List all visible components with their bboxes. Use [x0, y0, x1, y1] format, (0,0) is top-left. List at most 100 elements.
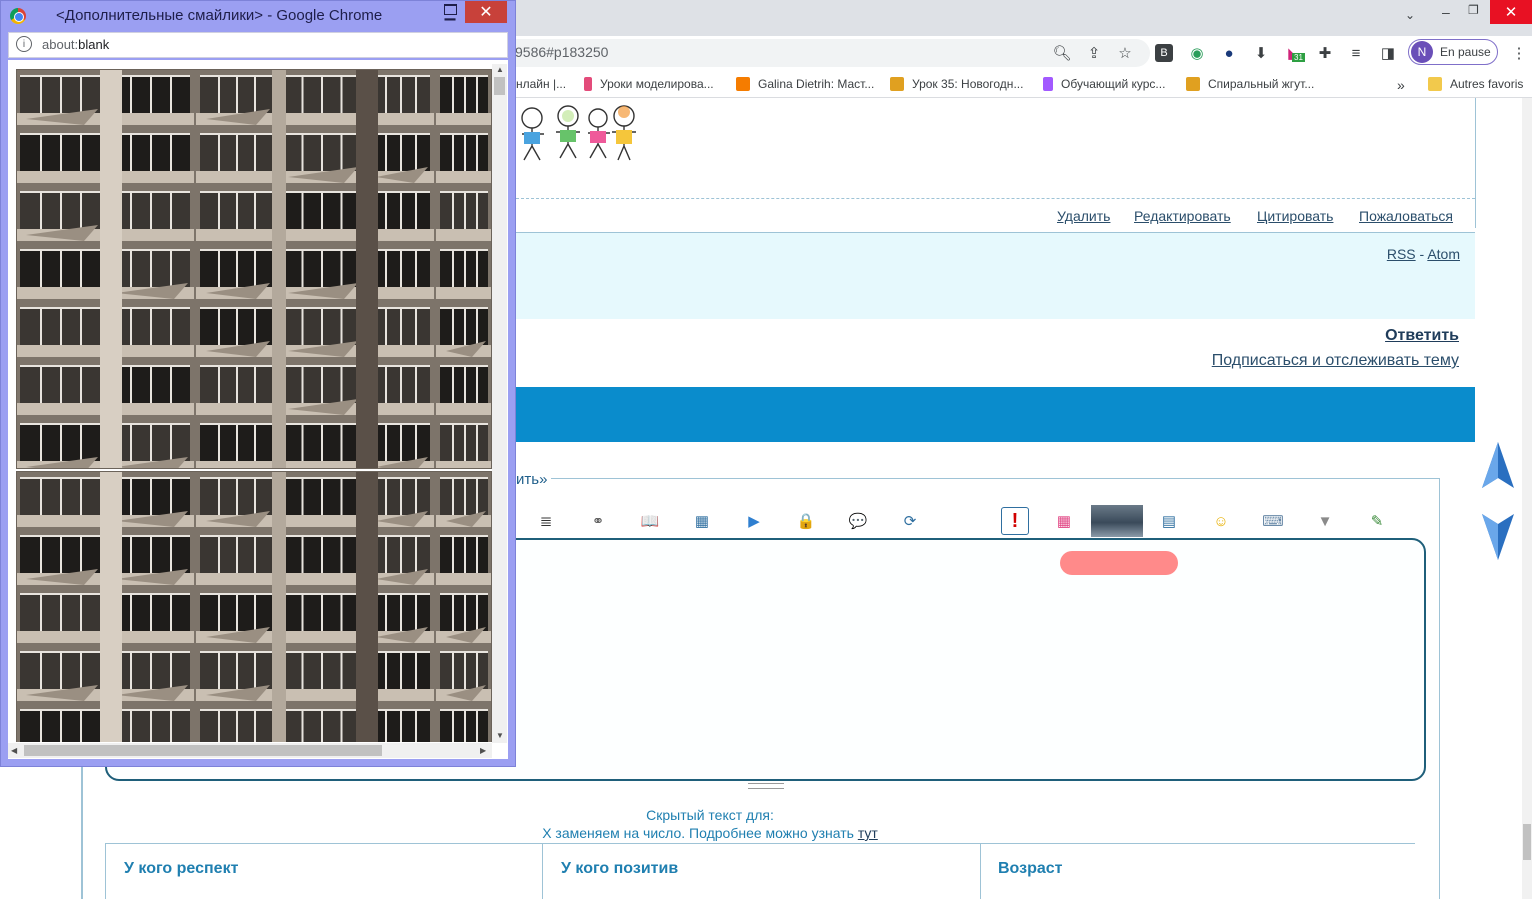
blogger-icon — [736, 77, 750, 91]
minimize-window-icon[interactable]: – — [1442, 4, 1450, 20]
link-icon[interactable]: ⚭ — [587, 510, 609, 532]
bookmarks-overflow-button[interactable]: » — [1397, 77, 1405, 93]
scroll-to-top-arrow-icon[interactable] — [1481, 440, 1515, 492]
extension-globe-icon[interactable]: ◉ — [1186, 42, 1208, 64]
reply-link[interactable]: Ответить — [1385, 327, 1459, 345]
profile-button[interactable]: N En pause — [1408, 39, 1498, 65]
redacted-marker — [1060, 551, 1178, 575]
ruined-building-image-1[interactable] — [16, 69, 492, 469]
popup-vertical-scrollbar[interactable] — [492, 64, 507, 743]
side-panel-icon[interactable]: ◨ — [1377, 42, 1399, 64]
bookmark-item-5[interactable]: Обучающий курс... — [1043, 77, 1165, 91]
bookmark-favicon — [890, 77, 904, 91]
alert-icon[interactable]: ! — [1001, 507, 1029, 535]
address-url-text: 9586#p183250 — [515, 44, 609, 60]
figma-icon — [1043, 77, 1053, 91]
signature-kids-image — [521, 105, 636, 161]
bookmark-star-icon[interactable]: ☆ — [1114, 42, 1136, 64]
other-bookmarks-label: Autres favoris — [1450, 77, 1524, 91]
bookmark-label: Galina Dietrih: Маст... — [758, 77, 875, 91]
bookmark-item-2[interactable]: Уроки моделирова... — [584, 77, 714, 91]
other-bookmarks-folder[interactable]: Autres favoris — [1428, 77, 1523, 91]
scroll-down-arrow-icon[interactable]: ▼ — [496, 731, 504, 740]
image-thumb-icon[interactable] — [1091, 505, 1143, 537]
quick-reply-header — [516, 387, 1475, 442]
bookmark-item-4[interactable]: Урок 35: Новогодн... — [890, 77, 1023, 91]
scroll-right-arrow-icon[interactable]: ▶ — [480, 746, 486, 755]
profile-status-label: En pause — [1440, 45, 1491, 59]
edit-note-icon[interactable]: ✎ — [1366, 510, 1388, 532]
media-control-icon[interactable]: ≡ — [1345, 42, 1367, 64]
keyboard-icon[interactable]: ⌨ — [1262, 510, 1284, 532]
speech-icon[interactable]: 💬 — [847, 510, 869, 532]
align-right-icon[interactable]: ≣ — [535, 510, 557, 532]
popup-maximize-icon[interactable] — [444, 4, 457, 15]
positive-label: У кого позитив — [561, 860, 679, 877]
bookmark-label: Уроки моделирова... — [600, 77, 714, 91]
quote-post-link[interactable]: Цитировать — [1257, 208, 1333, 224]
bookmark-label: Обучающий курс... — [1061, 77, 1166, 91]
popup-url-path: blank — [78, 37, 110, 52]
feed-links: RSS - Atom — [1387, 246, 1460, 262]
extension-circle-icon[interactable]: ● — [1218, 42, 1240, 64]
scroll-left-arrow-icon[interactable]: ◀ — [11, 746, 17, 755]
restore-window-icon[interactable]: ❐ — [1468, 3, 1479, 17]
subscribe-link[interactable]: Подписаться и отслеживать тему — [1212, 352, 1459, 370]
bookmark-favicon — [584, 77, 592, 91]
popup-title: <Дополнительные смайлики> - Google Chrom… — [56, 7, 383, 24]
info-icon[interactable]: i — [16, 36, 32, 52]
translate-icon[interactable]: ⟳ — [899, 510, 921, 532]
profile-avatar: N — [1411, 41, 1433, 63]
bookmark-item-6[interactable]: Спиральный жгут... — [1186, 77, 1314, 91]
bookmark-item-3[interactable]: Galina Dietrih: Маст... — [736, 77, 874, 91]
atom-link[interactable]: Atom — [1427, 246, 1460, 262]
rss-link[interactable]: RSS — [1387, 246, 1416, 262]
age-label: Возраст — [998, 860, 1063, 877]
share-icon[interactable]: ⇪ — [1083, 42, 1105, 64]
delete-post-link[interactable]: Удалить — [1057, 208, 1110, 224]
zoom-icon[interactable]: 🔍︎ — [1051, 42, 1073, 64]
color-palette-icon[interactable]: ▦ — [1053, 510, 1075, 532]
hidden-text-hint: Х заменяем на число. Подробнее можно узн… — [542, 825, 854, 841]
hidden-text-title: Скрытый текст для: — [646, 807, 774, 823]
feed-separator: - — [1419, 246, 1425, 262]
folder-icon — [1428, 77, 1442, 91]
tab-search-icon[interactable]: ⌄ — [1405, 8, 1415, 22]
popup-close-icon[interactable]: ✕ — [465, 1, 507, 23]
download-icon[interactable]: ⬇ — [1250, 42, 1272, 64]
report-post-link[interactable]: Пожаловаться — [1359, 208, 1453, 224]
book-icon[interactable]: 📖 — [639, 510, 661, 532]
popup-url: about:blank — [42, 37, 109, 52]
table-icon[interactable]: ▤ — [1158, 510, 1180, 532]
scroll-up-arrow-icon[interactable]: ▲ — [496, 65, 504, 74]
scroll-to-bottom-arrow-icon[interactable] — [1481, 510, 1515, 562]
bookmark-label: Спиральный жгут... — [1208, 77, 1315, 91]
bookmark-item-1[interactable]: нлайн |... — [516, 77, 566, 91]
chrome-logo-icon — [10, 8, 26, 24]
hidden-text-more-link[interactable]: тут — [858, 825, 878, 841]
lock-icon[interactable]: 🔒 — [795, 510, 817, 532]
more-dropdown-icon[interactable]: ▼ — [1314, 510, 1336, 532]
video-icon[interactable]: ▶ — [743, 510, 765, 532]
reply-form-legend: ить» — [516, 471, 552, 488]
textarea-resize-grip[interactable] — [748, 783, 784, 789]
extension-badge: 31 — [1292, 53, 1305, 62]
extensions-puzzle-icon[interactable]: ✚ — [1314, 42, 1336, 64]
popup-url-scheme: about: — [42, 37, 79, 52]
ruined-building-image-2[interactable] — [16, 471, 492, 742]
hidden-text-notice: Скрытый текст для: Х заменяем на число. … — [82, 806, 1338, 842]
respect-label: У кого респект — [124, 860, 239, 877]
feeds-band — [516, 233, 1475, 319]
popup-vertical-scroll-thumb[interactable] — [494, 77, 505, 95]
page-scrollbar-thumb[interactable] — [1523, 824, 1531, 860]
gallery-icon[interactable]: ▦ — [691, 510, 713, 532]
page-scrollbar[interactable] — [1522, 98, 1532, 899]
chrome-menu-icon[interactable]: ⋮ — [1508, 42, 1530, 64]
smiley-icon[interactable]: ☺ — [1210, 510, 1232, 532]
extension-b-icon[interactable]: B — [1155, 44, 1173, 62]
popup-horizontal-scroll-thumb[interactable] — [24, 745, 382, 756]
edit-post-link[interactable]: Редактировать — [1134, 208, 1231, 224]
extension-calendar-icon[interactable]: ◣31 — [1283, 42, 1305, 64]
close-window-icon[interactable]: ✕ — [1490, 0, 1532, 24]
bookmark-favicon — [1186, 77, 1200, 91]
